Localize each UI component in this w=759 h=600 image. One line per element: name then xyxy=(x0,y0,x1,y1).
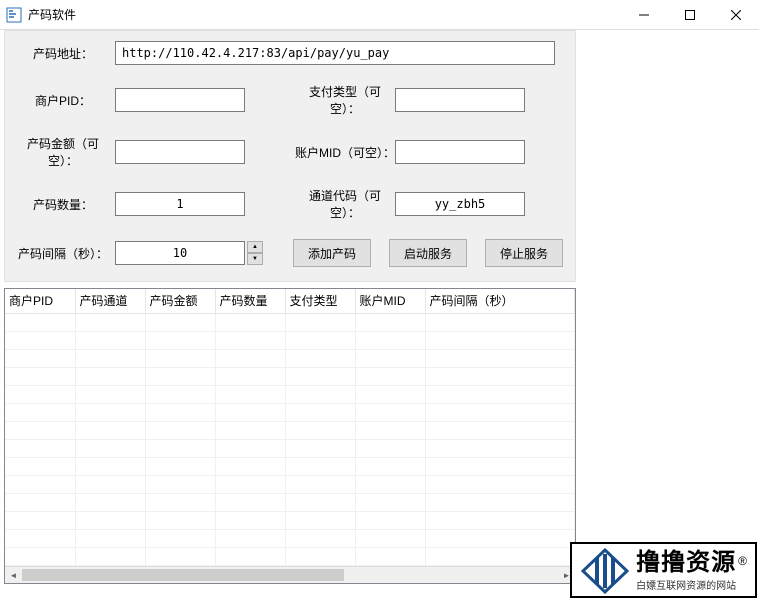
table-row[interactable] xyxy=(5,313,575,331)
col-paytype[interactable]: 支付类型 xyxy=(285,289,355,313)
spin-up-icon[interactable]: ▲ xyxy=(247,241,263,253)
table-row[interactable] xyxy=(5,529,575,547)
count-input[interactable] xyxy=(115,192,245,216)
interval-label: 产码间隔（秒）： xyxy=(15,245,115,262)
interval-spinner: ▲ ▼ xyxy=(115,241,263,265)
main-area: 产码地址： 商户PID： 支付类型（可空）： 产码金额（可空）： 账户MID（可… xyxy=(0,30,759,598)
interval-input[interactable] xyxy=(115,241,245,265)
table-row[interactable] xyxy=(5,421,575,439)
pid-input[interactable] xyxy=(115,88,245,112)
url-label: 产码地址： xyxy=(15,45,115,62)
table-row[interactable] xyxy=(5,439,575,457)
paytype-label: 支付类型（可空）： xyxy=(285,83,395,117)
pid-label: 商户PID： xyxy=(15,92,115,109)
scroll-thumb[interactable] xyxy=(22,569,344,581)
scroll-left-icon[interactable]: ◄ xyxy=(5,567,22,583)
col-pid[interactable]: 商户PID xyxy=(5,289,75,313)
start-service-button[interactable]: 启动服务 xyxy=(389,239,467,267)
table-row[interactable] xyxy=(5,475,575,493)
col-interval[interactable]: 产码间隔（秒） xyxy=(425,289,575,313)
table-row[interactable] xyxy=(5,385,575,403)
table-row[interactable] xyxy=(5,349,575,367)
paytype-input[interactable] xyxy=(395,88,525,112)
table-row[interactable] xyxy=(5,457,575,475)
window-title: 产码软件 xyxy=(28,6,76,23)
url-input[interactable] xyxy=(115,41,555,65)
amount-input[interactable] xyxy=(115,140,245,164)
data-table[interactable]: 商户PID 产码通道 产码金额 产码数量 支付类型 账户MID 产码间隔（秒） xyxy=(5,289,575,566)
table-row[interactable] xyxy=(5,367,575,385)
table-row[interactable] xyxy=(5,547,575,565)
title-bar: 产码软件 xyxy=(0,0,759,30)
add-code-button[interactable]: 添加产码 xyxy=(293,239,371,267)
channel-input[interactable] xyxy=(395,192,525,216)
maximize-button[interactable] xyxy=(667,0,713,30)
scroll-track[interactable] xyxy=(22,567,558,583)
table-row[interactable] xyxy=(5,493,575,511)
watermark-main: 撸撸资源 xyxy=(636,549,736,576)
watermark-logo-icon xyxy=(580,548,630,594)
horizontal-scrollbar[interactable]: ◄ ► xyxy=(5,566,575,583)
form-panel: 产码地址： 商户PID： 支付类型（可空）： 产码金额（可空）： 账户MID（可… xyxy=(4,30,576,282)
col-amount[interactable]: 产码金额 xyxy=(145,289,215,313)
col-channel[interactable]: 产码通道 xyxy=(75,289,145,313)
watermark-text: 撸撸资源® 白嫖互联网资源的网站 xyxy=(636,550,747,591)
table-row[interactable] xyxy=(5,511,575,529)
close-button[interactable] xyxy=(713,0,759,30)
mid-input[interactable] xyxy=(395,140,525,164)
spin-down-icon[interactable]: ▼ xyxy=(247,253,263,265)
amount-label: 产码金额（可空）： xyxy=(15,135,115,169)
data-table-container: 商户PID 产码通道 产码金额 产码数量 支付类型 账户MID 产码间隔（秒） xyxy=(4,288,576,584)
channel-label: 通道代码（可空）： xyxy=(285,187,395,221)
col-count[interactable]: 产码数量 xyxy=(215,289,285,313)
stop-service-button[interactable]: 停止服务 xyxy=(485,239,563,267)
window-controls xyxy=(621,0,759,30)
table-row[interactable] xyxy=(5,403,575,421)
table-body xyxy=(5,313,575,565)
minimize-button[interactable] xyxy=(621,0,667,30)
count-label: 产码数量： xyxy=(15,196,115,213)
mid-label: 账户MID（可空）： xyxy=(285,144,395,161)
app-icon xyxy=(6,7,22,23)
col-mid[interactable]: 账户MID xyxy=(355,289,425,313)
watermark: 撸撸资源® 白嫖互联网资源的网站 xyxy=(570,542,757,598)
watermark-reg: ® xyxy=(738,554,747,568)
table-row[interactable] xyxy=(5,331,575,349)
watermark-sub: 白嫖互联网资源的网站 xyxy=(636,577,747,592)
